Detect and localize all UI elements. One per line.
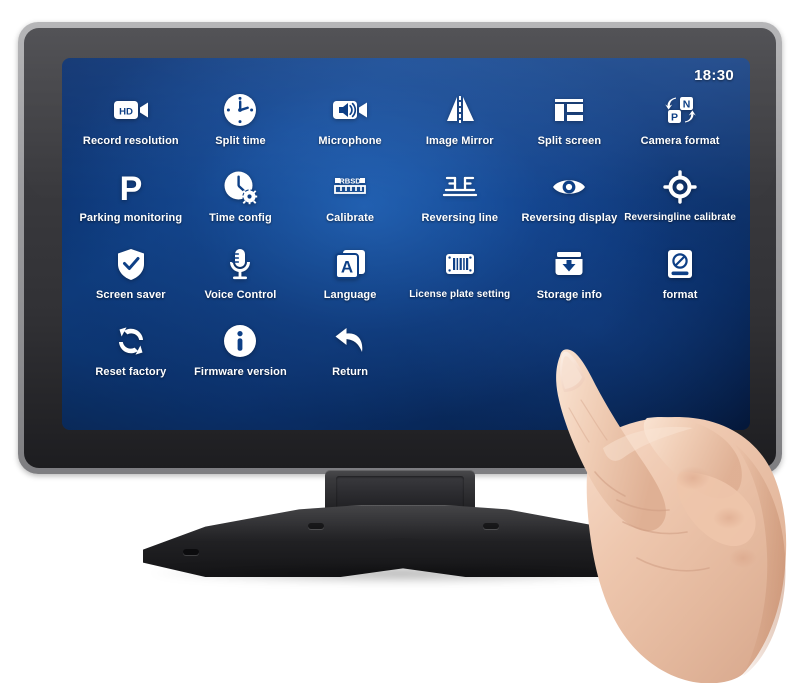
microphone-camcorder-icon: [330, 90, 370, 130]
menu-item-time-config[interactable]: Time config: [186, 165, 296, 242]
camera-format-np-icon: N P: [660, 90, 700, 130]
format-disk-icon: [660, 244, 700, 284]
menu-label: Split time: [215, 135, 266, 147]
menu-label: Voice Control: [204, 289, 277, 301]
svg-text:P: P: [119, 170, 142, 207]
status-bar: 18:30: [62, 58, 750, 92]
menu-item-format[interactable]: format: [624, 242, 736, 319]
reset-refresh-icon: [111, 321, 151, 361]
menu-item-calibrate[interactable]: RBSD Calibrate: [295, 165, 405, 242]
menu-item-firmware-version[interactable]: Firmware version: [186, 319, 296, 396]
menu-label: Time config: [209, 212, 272, 224]
menu-label: Screen saver: [95, 289, 166, 301]
menu-label: Reversing line: [421, 212, 499, 224]
menu-item-microphone[interactable]: Microphone: [295, 88, 405, 165]
voice-microphone-icon: [220, 244, 260, 284]
menu-item-reset-factory[interactable]: Reset factory: [76, 319, 186, 396]
menu-label: Return: [332, 366, 369, 378]
menu-label: License plate setting: [409, 289, 511, 300]
stand-screw-hole: [183, 549, 199, 555]
menu-label: Storage info: [536, 289, 603, 301]
clock-gear-icon: [220, 167, 260, 207]
menu-item-screen-saver[interactable]: Screen saver: [76, 242, 186, 319]
hand-pointing-index-finger: [497, 322, 800, 683]
menu-item-return[interactable]: Return: [295, 319, 405, 396]
menu-label: Record resolution: [82, 135, 179, 147]
svg-text:N: N: [683, 98, 691, 110]
svg-text:HD: HD: [119, 106, 133, 117]
menu-item-voice-control[interactable]: Voice Control: [186, 242, 296, 319]
menu-label: Reversing display: [521, 212, 618, 224]
stand-screw-hole: [308, 523, 324, 529]
ruler-rbsd-icon: RBSD: [330, 167, 370, 207]
svg-text:A: A: [341, 258, 353, 277]
menu-label: Split screen: [537, 135, 602, 147]
menu-item-split-time[interactable]: Split time: [186, 88, 296, 165]
menu-label: Camera format: [640, 135, 720, 147]
menu-item-storage-info[interactable]: Storage info: [515, 242, 625, 319]
menu-item-reversing-display[interactable]: Reversing display: [515, 165, 625, 242]
menu-item-reversingline-calibrate[interactable]: Reversingline calibrate: [624, 165, 736, 242]
menu-label: format: [662, 289, 698, 301]
eye-icon: [549, 167, 589, 207]
menu-item-parking-monitoring[interactable]: P Parking monitoring: [76, 165, 186, 242]
menu-label: Microphone: [318, 135, 382, 147]
menu-item-split-screen[interactable]: Split screen: [515, 88, 625, 165]
menu-item-record-resolution[interactable]: HD Record resolution: [76, 88, 186, 165]
menu-label: Image Mirror: [425, 135, 494, 147]
menu-item-language[interactable]: A Language: [295, 242, 405, 319]
hd-camcorder-icon: HD: [111, 90, 151, 130]
language-letter-a-icon: A: [330, 244, 370, 284]
svg-text:RBSD: RBSD: [339, 176, 361, 185]
menu-label: Firmware version: [194, 366, 287, 378]
menu-label: Calibrate: [326, 212, 375, 224]
menu-label: Parking monitoring: [79, 212, 183, 224]
parking-p-icon: P: [111, 167, 151, 207]
info-circle-icon: [220, 321, 260, 361]
image-mirror-icon: [440, 90, 480, 130]
crosshair-target-icon: [660, 167, 700, 207]
menu-label: Reversingline calibrate: [624, 212, 736, 223]
clock-time: 18:30: [694, 66, 734, 84]
menu-item-image-mirror[interactable]: Image Mirror: [405, 88, 515, 165]
menu-item-license-plate-setting[interactable]: License plate setting: [405, 242, 515, 319]
split-screen-icon: [549, 90, 589, 130]
menu-item-camera-format[interactable]: N P Camera format: [624, 88, 736, 165]
menu-label: Language: [323, 289, 377, 301]
return-arrow-icon: [330, 321, 370, 361]
storage-download-icon: [549, 244, 589, 284]
reversing-line-icon: [440, 167, 480, 207]
license-plate-icon: [440, 244, 480, 284]
clock-icon: [220, 90, 260, 130]
svg-text:P: P: [671, 111, 678, 123]
menu-item-reversing-line[interactable]: Reversing line: [405, 165, 515, 242]
shield-check-icon: [111, 244, 151, 284]
menu-label: Reset factory: [95, 366, 167, 378]
